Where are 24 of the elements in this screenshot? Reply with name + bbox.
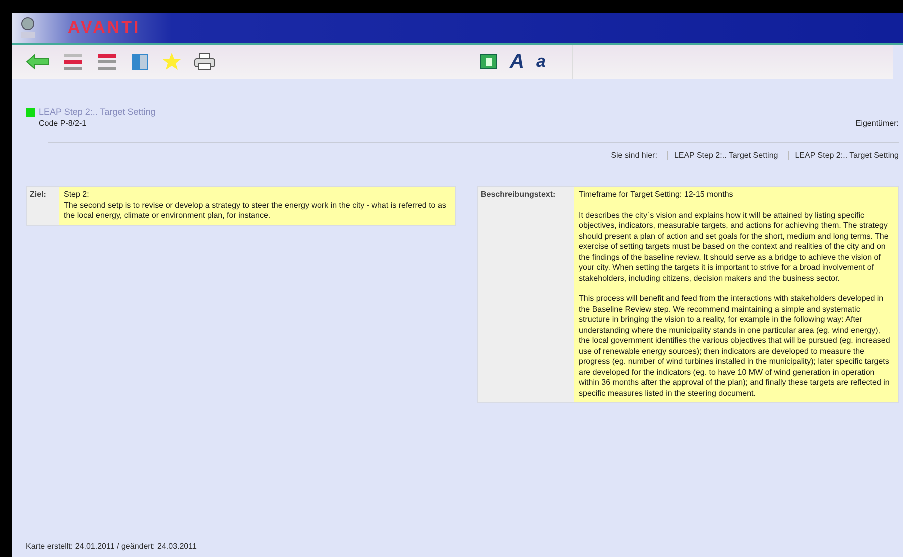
list-icon[interactable] xyxy=(96,52,118,72)
description-paragraph: It describes the city´s vision and explains how it will be attained by listing specific objectives, indicators, measurable targets, and actions for achieving them. The strategy should present a plan of action and set goals for the short, medium and long terms. The exercise of setting targets must be based on the context and realities of the city and on the findings of the baseline review. It should serve as a bridge to achieve the vision of your city. When setting the targets it is important to strive for a broad involvement of stakeholders, including citizens, decision makers and the business sector. xyxy=(579,210,890,284)
font-size-button[interactable]: A xyxy=(510,50,524,74)
back-arrow-icon[interactable] xyxy=(26,54,50,70)
field-label: Beschreibungstext: xyxy=(480,189,557,201)
owner-label: Eigentümer: xyxy=(856,119,899,128)
star-icon[interactable] xyxy=(162,52,182,72)
printer-icon[interactable] xyxy=(194,53,216,71)
breadcrumb-link[interactable]: LEAP Step 2:.. Target Setting xyxy=(788,151,899,160)
breadcrumb-link[interactable]: LEAP Step 2:.. Target Setting xyxy=(667,151,778,160)
card-title: LEAP Step 2:.. Target Setting xyxy=(39,107,156,117)
description-paragraph: This process will benefit and feed from the interactions with stakeholders developed in the Baseline Review step. We recommend maintaining a simple and systematic structure in bringing the vision to a reality, for example in the following way: After understanding where the municipality stands in one particular area (eg. wind energy), the local government identifies the various objectives that will be pursued (eg. increased use of renewable energy sources); then indicators are developed to measure the progress (eg. number of wind turbines installed in the municipality); later specific targets are developed for the indicators (eg. to have 10 MW of wind generation in operation within 36 months after the approval of the plan); and finally these targets are reflected in specific measures listed in the steering document. xyxy=(579,294,892,399)
footer-text: Karte erstellt: 24.01.2011 / geändert: 24.03.2011 xyxy=(26,542,198,551)
goal-text: The second setp is to revise or develop a strategy to steer the energy work in the city - what is referred to as the local energy, climate or environment plan, for instance. xyxy=(64,200,448,222)
breadcrumb-label: Sie sind hier: xyxy=(611,151,658,160)
goal-heading: Step 2: xyxy=(64,190,90,200)
status-square xyxy=(26,108,35,116)
font-size-button[interactable]: a xyxy=(536,52,546,72)
logo-text: AVANTI xyxy=(68,18,141,38)
card-code: Code P-8/2-1 xyxy=(39,119,87,128)
book-icon[interactable] xyxy=(130,52,150,72)
field-label: Ziel: xyxy=(29,189,48,201)
list-icon[interactable] xyxy=(62,52,84,72)
description-paragraph: Timeframe for Target Setting: 12-15 months xyxy=(579,190,734,200)
